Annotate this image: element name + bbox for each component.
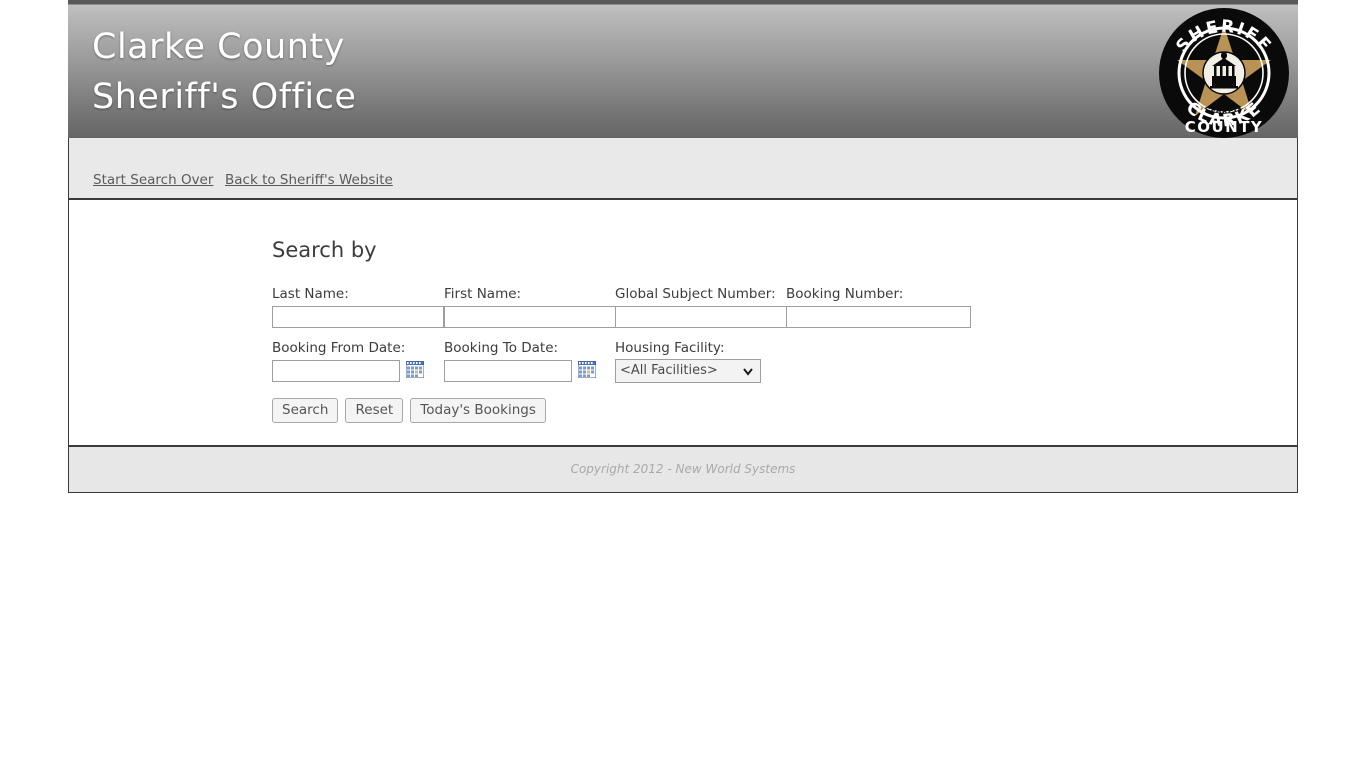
todays-bookings-button[interactable]: Today's Bookings [410,398,546,423]
copyright-text: Copyright 2012 - New World Systems [570,462,796,476]
form-buttons: Search Reset Today's Bookings [272,398,548,423]
sheriff-badge-icon: GEORGIA SHERIFF CLARKE COUNTY [1150,8,1298,138]
site-footer: Copyright 2012 - New World Systems [68,445,1298,493]
main-content: Search by Last Name: First Name: Global … [68,200,1298,445]
booking-from-date-label: Booking From Date: [272,340,406,356]
last-name-field-group: Last Name: [272,286,444,328]
reset-button[interactable]: Reset [345,398,404,423]
site-header: Clarke County Sheriff's Office GEORGIA S… [68,0,1298,138]
back-to-sheriffs-website-link[interactable]: Back to Sheriff's Website [225,172,393,188]
booking-number-label: Booking Number: [786,286,904,302]
booking-from-date-field-group: Booking From Date: [272,340,425,382]
header-title-line2: Sheriff's Office [92,77,357,117]
housing-facility-label: Housing Facility: [615,340,725,356]
last-name-input[interactable] [272,305,444,328]
first-name-field-group: First Name: [444,286,616,328]
global-subject-number-label: Global Subject Number: [615,286,776,302]
navigation-bar: Start Search Over Back to Sheriff's Webs… [68,138,1298,200]
first-name-label: First Name: [444,286,522,302]
global-subject-number-input[interactable] [615,305,787,328]
start-search-over-link[interactable]: Start Search Over [93,172,213,188]
last-name-label: Last Name: [272,286,349,302]
search-by-heading: Search by [272,238,377,262]
booking-to-date-label: Booking To Date: [444,340,559,356]
calendar-icon[interactable] [577,360,597,379]
housing-facility-field-group: Housing Facility: <All Facilities> [615,340,761,383]
search-button[interactable]: Search [272,398,339,423]
booking-number-field-group: Booking Number: [786,286,971,328]
header-title-line1: Clarke County [92,27,345,67]
page-title: Clarke County Sheriff's Office [92,22,356,122]
booking-to-date-input[interactable] [444,359,572,382]
booking-from-date-input[interactable] [272,359,400,382]
housing-facility-select[interactable]: <All Facilities> [615,359,761,383]
booking-number-input[interactable] [786,305,971,328]
badge-county-text: COUNTY [1185,118,1264,136]
chevron-down-icon [742,365,754,377]
housing-facility-selected-value: <All Facilities> [620,363,718,378]
booking-to-date-field-group: Booking To Date: [444,340,597,382]
first-name-input[interactable] [444,305,616,328]
page-container: Clarke County Sheriff's Office GEORGIA S… [68,0,1298,493]
global-subject-number-field-group: Global Subject Number: [615,286,787,328]
calendar-icon[interactable] [405,360,425,379]
